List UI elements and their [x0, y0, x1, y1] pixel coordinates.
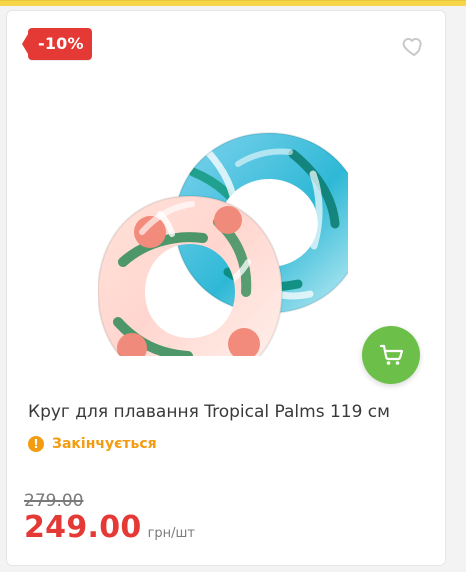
add-to-cart-button[interactable]	[362, 326, 420, 384]
wishlist-button[interactable]	[402, 34, 426, 58]
heart-outline-icon	[402, 37, 422, 56]
old-price: 279.00	[24, 491, 84, 511]
current-price: 249.00	[24, 510, 142, 545]
price-line: 249.00 грн/шт	[24, 510, 195, 550]
product-card: -10% Круг для плавання Tropical Palms 11…	[6, 10, 446, 566]
exclamation-circle-icon: !	[28, 436, 44, 452]
stock-status-text: Закінчується	[52, 436, 157, 452]
top-accent-bar	[0, 0, 466, 6]
discount-badge: -10%	[22, 28, 92, 60]
product-image	[96, 112, 365, 388]
cart-icon	[379, 344, 404, 365]
price-unit: грн/шт	[147, 526, 196, 541]
product-title[interactable]: Круг для плавання Tropical Palms 119 см	[28, 400, 438, 424]
stock-status: ! Закінчується	[28, 434, 157, 454]
